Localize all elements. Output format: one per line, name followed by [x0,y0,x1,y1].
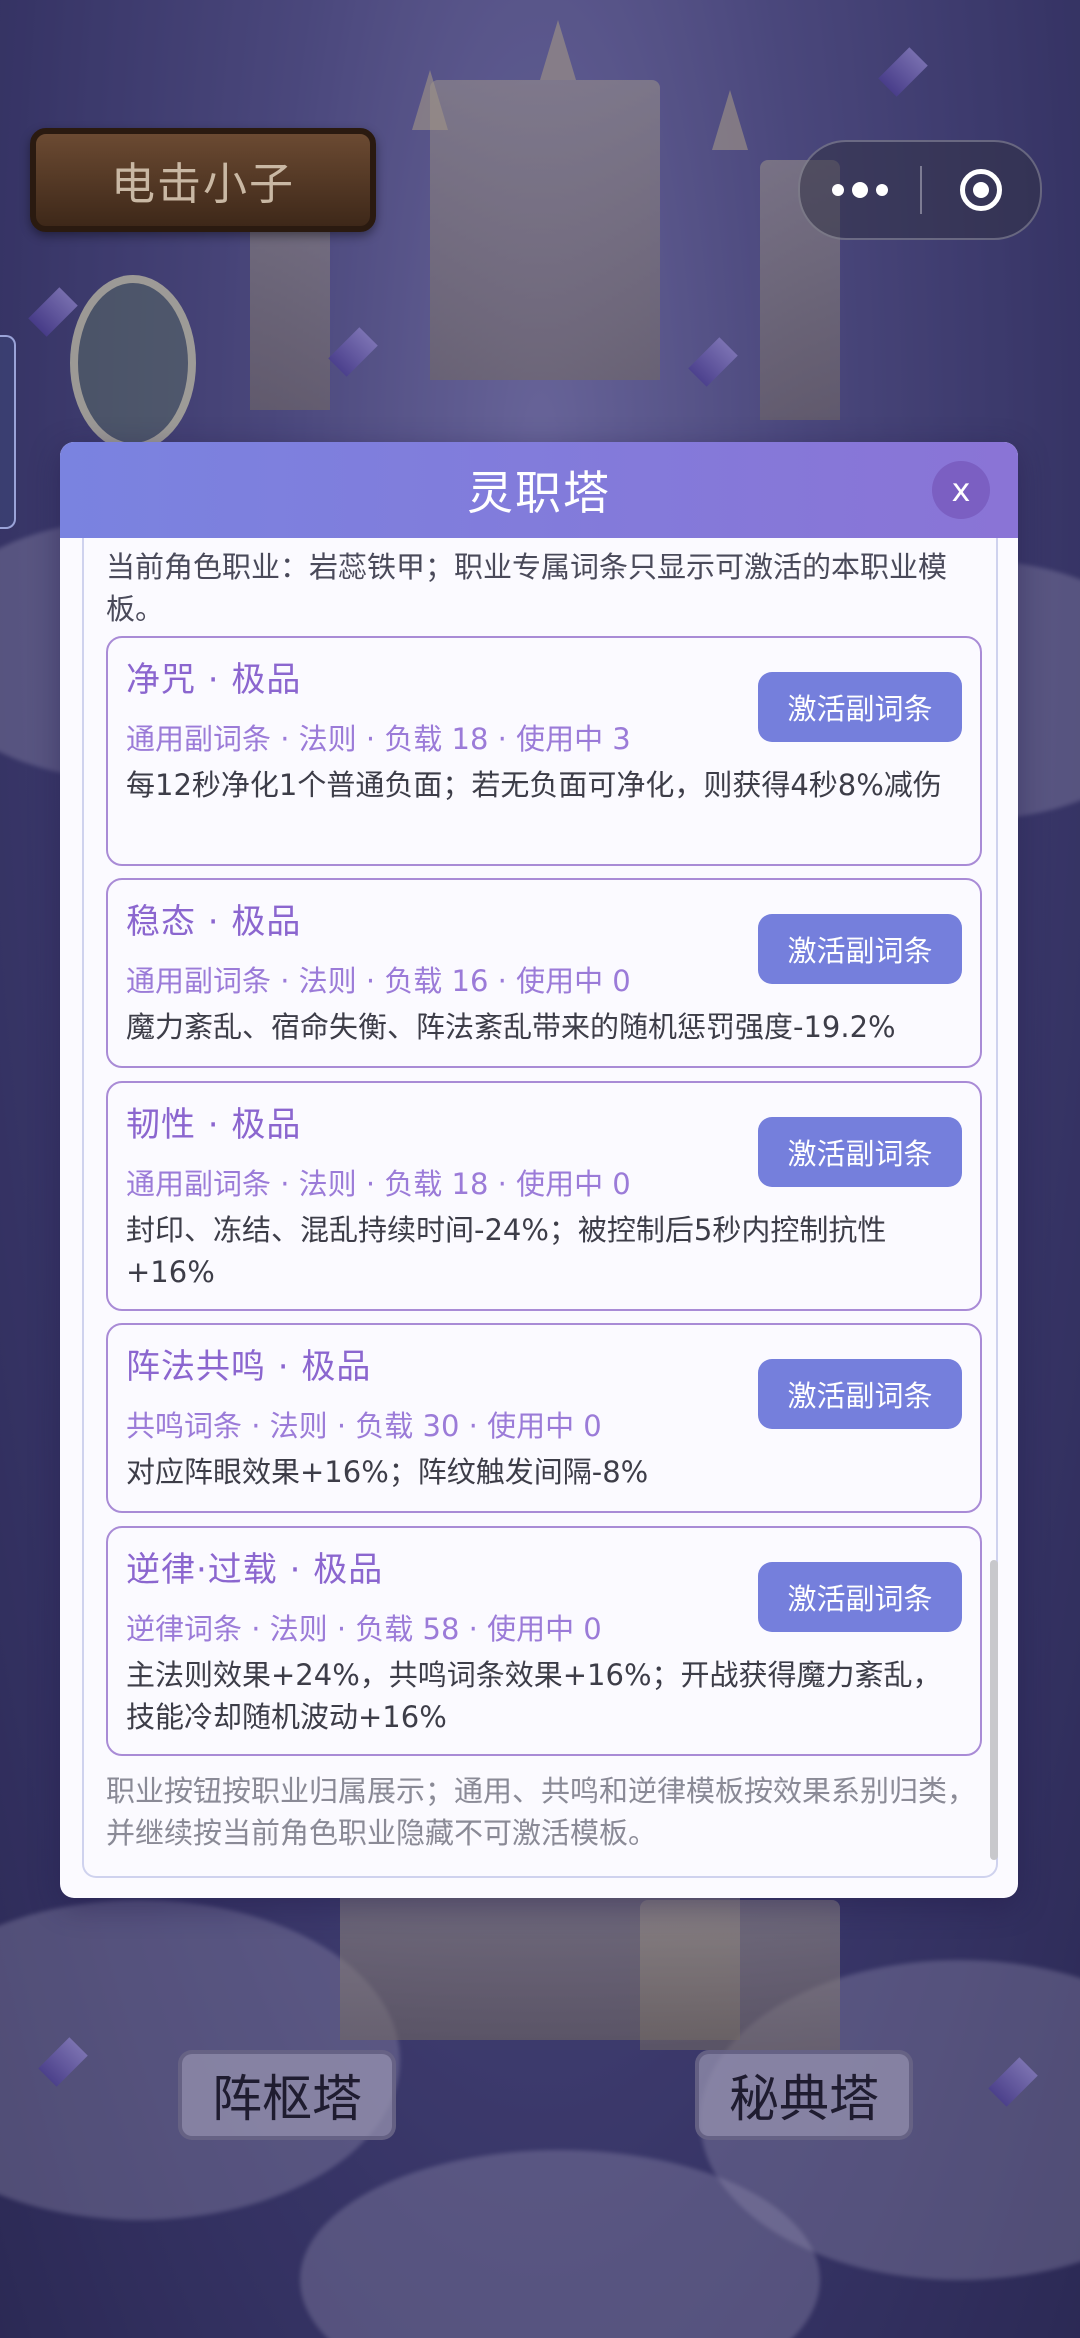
affix-card: 阵法共鸣 · 极品 共鸣词条 · 法则 · 负载 30 · 使用中 0 对应阵眼… [106,1323,982,1513]
affix-meta: 逆律词条 · 法则 · 负载 58 · 使用中 0 [126,1612,602,1646]
affix-title: 阵法共鸣 · 极品 [126,1347,372,1387]
activate-affix-label: 激活副词条 [787,934,933,968]
affix-description: 每12秒净化1个普通负面；若无负面可净化，则获得4秒8%减伤 [126,768,942,802]
footer-note: 职业按钮按职业归属展示；通用、共鸣和逆律模板按效果系别归类，并继续按当前角色职业… [106,1774,977,1850]
player-name-plate: 电击小子 [30,128,376,232]
activate-affix-button[interactable]: 激活副词条 [758,1562,962,1632]
affix-description: 封印、冻结、混乱持续时间-24%；被控制后5秒内控制抗性+16% [126,1213,887,1289]
formation-tower-button[interactable]: 阵枢塔 [178,2050,396,2140]
intro-text: 当前角色职业：岩蕊铁甲；职业专属词条只显示可激活的本职业模板。 [106,550,948,626]
affix-title: 净咒 · 极品 [126,660,302,700]
affix-card: 稳态 · 极品 通用副词条 · 法则 · 负载 16 · 使用中 0 魔力紊乱、… [106,878,982,1068]
affix-title: 逆律·过载 · 极品 [126,1550,384,1590]
modal-title: 灵职塔 [467,466,611,520]
activate-affix-button[interactable]: 激活副词条 [758,1359,962,1429]
activate-affix-button[interactable]: 激活副词条 [758,914,962,984]
affix-meta: 共鸣词条 · 法则 · 负载 30 · 使用中 0 [126,1409,602,1443]
affix-title: 韧性 · 极品 [126,1105,302,1145]
activate-affix-button[interactable]: 激活副词条 [758,1117,962,1187]
activate-affix-label: 激活副词条 [787,1137,933,1171]
affix-card: 韧性 · 极品 通用副词条 · 法则 · 负载 18 · 使用中 0 封印、冻结… [106,1081,982,1311]
affix-description: 对应阵眼效果+16%；阵纹触发间隔-8% [126,1455,649,1489]
edge-tab[interactable] [0,335,16,529]
secret-tower-label: 秘典塔 [729,2070,879,2128]
activate-affix-label: 激活副词条 [787,1379,933,1413]
secret-tower-button[interactable]: 秘典塔 [695,2050,913,2140]
affix-meta: 通用副词条 · 法则 · 负载 16 · 使用中 0 [126,964,631,998]
affix-description: 主法则效果+24%，共鸣词条效果+16%；开战获得魔力紊乱，技能冷却随机波动+1… [126,1658,942,1734]
mirror-ornament [70,275,196,451]
affix-description: 魔力紊乱、宿命失衡、阵法紊乱带来的随机惩罚强度-19.2% [126,1010,896,1044]
close-icon: x [951,471,971,509]
modal-scroll-area[interactable]: 当前角色职业：岩蕊铁甲；职业专属词条只显示可激活的本职业模板。 净咒 · 极品 … [82,538,998,1878]
target-circle-icon[interactable] [922,169,1040,211]
affix-title: 稳态 · 极品 [126,902,302,942]
scrollbar[interactable] [990,1560,998,1860]
modal-header: 灵职塔 x [60,442,1018,538]
activate-affix-label: 激活副词条 [787,1582,933,1616]
job-tower-modal: 灵职塔 x 当前角色职业：岩蕊铁甲；职业专属词条只显示可激活的本职业模板。 净咒… [60,442,1018,1898]
close-button[interactable]: x [932,461,990,519]
affix-card: 逆律·过载 · 极品 逆律词条 · 法则 · 负载 58 · 使用中 0 主法则… [106,1526,982,1756]
miniprogram-capsule [798,140,1042,240]
affix-meta: 通用副词条 · 法则 · 负载 18 · 使用中 0 [126,1167,631,1201]
activate-affix-label: 激活副词条 [787,692,933,726]
affix-card: 净咒 · 极品 通用副词条 · 法则 · 负载 18 · 使用中 3 每12秒净… [106,636,982,866]
affix-meta: 通用副词条 · 法则 · 负载 18 · 使用中 3 [126,722,631,756]
formation-tower-label: 阵枢塔 [212,2070,362,2128]
player-name: 电击小子 [111,159,295,210]
activate-affix-button[interactable]: 激活副词条 [758,672,962,742]
ellipsis-icon[interactable] [800,182,920,198]
